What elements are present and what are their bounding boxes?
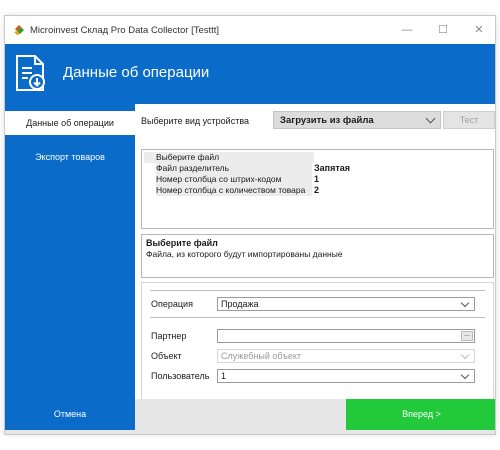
sidebar-item-export-goods[interactable]: Экспорт товаров: [5, 145, 135, 169]
object-value: Служебный объект: [221, 351, 302, 361]
partner-browse-button[interactable]: ...: [461, 331, 473, 341]
property-grid: Выберите файл Файл разделитель Запятая Н…: [141, 149, 494, 229]
document-import-icon: [13, 53, 49, 93]
maximize-button[interactable]: ☐: [425, 16, 461, 44]
property-key: Выберите файл: [144, 152, 314, 163]
chevron-down-icon: [425, 113, 436, 124]
user-label: Пользователь: [151, 371, 210, 381]
property-key: Файл разделитель: [156, 163, 312, 174]
operation-form: Операция Продажа Партнер ... Объект Служ…: [141, 282, 494, 400]
app-logo-icon: [13, 24, 25, 36]
next-button[interactable]: Вперед >: [346, 399, 495, 430]
partner-label: Партнер: [151, 331, 187, 341]
chevron-down-icon: [460, 370, 470, 380]
window-title: Microinvest Склад Pro Data Collector [Te…: [30, 25, 220, 36]
operation-value: Продажа: [221, 299, 259, 309]
sidebar-item-operation-data[interactable]: Данные об операции: [5, 111, 135, 135]
operation-select[interactable]: Продажа: [217, 297, 475, 311]
test-button[interactable]: Тест: [443, 111, 495, 129]
property-value: Запятая: [314, 163, 350, 173]
divider: [150, 290, 485, 291]
description-box: Выберите файл Файла, из которого будут и…: [141, 234, 494, 278]
object-select: Служебный объект: [217, 349, 475, 363]
chevron-down-icon: [460, 298, 470, 308]
cancel-button[interactable]: Отмена: [5, 399, 135, 430]
property-row[interactable]: Номер столбца с количеством товара 2: [142, 185, 493, 196]
property-row[interactable]: Выберите файл: [142, 152, 493, 163]
close-button[interactable]: ✕: [461, 16, 495, 44]
minimize-button[interactable]: —: [389, 16, 425, 44]
device-type-label: Выберите вид устройства: [141, 116, 250, 126]
property-row[interactable]: Номер столбца со штрих-кодом 1: [142, 174, 493, 185]
page-header: Данные об операции: [5, 44, 495, 104]
operation-label: Операция: [151, 299, 193, 309]
property-key: Номер столбца со штрих-кодом: [156, 174, 312, 185]
property-row[interactable]: Файл разделитель Запятая: [142, 163, 493, 174]
footer-bar: Отмена Вперед >: [5, 399, 495, 434]
title-bar: Microinvest Склад Pro Data Collector [Te…: [5, 16, 495, 44]
main-content: Выберите вид устройства Загрузить из фай…: [135, 104, 495, 400]
partner-input[interactable]: ...: [217, 329, 475, 343]
chevron-down-icon: [460, 350, 470, 360]
property-value: 2: [314, 185, 320, 195]
property-key: Номер столбца с количеством товара: [156, 185, 312, 196]
user-select[interactable]: 1: [217, 369, 475, 383]
description-title: Выберите файл: [146, 238, 218, 248]
user-value: 1: [221, 371, 227, 381]
description-text: Файла, из которого будут импортированы д…: [146, 249, 343, 259]
device-type-value: Загрузить из файла: [280, 115, 374, 126]
object-label: Объект: [151, 351, 182, 361]
divider: [150, 317, 485, 318]
page-title: Данные об операции: [63, 64, 210, 81]
app-window: Microinvest Склад Pro Data Collector [Te…: [4, 15, 496, 435]
sidebar: Данные об операции Экспорт товаров: [5, 104, 135, 399]
device-type-select[interactable]: Загрузить из файла: [273, 111, 441, 129]
property-value: 1: [314, 174, 320, 184]
